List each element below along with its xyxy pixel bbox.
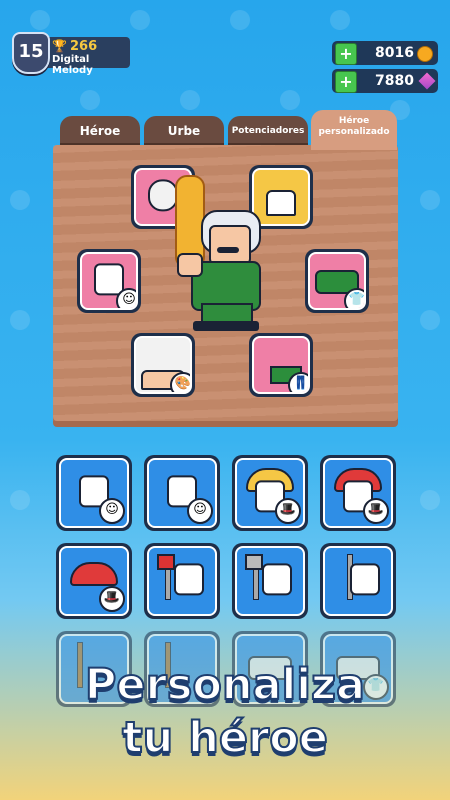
- shirt-icon: 👖: [288, 372, 308, 392]
- trophy-count: 266: [70, 39, 98, 54]
- tab-urbe[interactable]: Urbe: [144, 116, 224, 146]
- trophy-icon: 🏆: [52, 39, 67, 53]
- slot-pants[interactable]: 👖: [249, 333, 313, 397]
- smiley-icon: ☺: [187, 498, 213, 524]
- gem-icon: [418, 72, 436, 90]
- slot-face[interactable]: ☺: [77, 249, 141, 313]
- tab-heroe[interactable]: Héroe: [60, 116, 140, 146]
- hero-face: [209, 225, 251, 265]
- gem-amount: 7880: [375, 73, 414, 89]
- figure-icon: [261, 563, 292, 596]
- headline-line-1: Personaliza: [84, 659, 366, 711]
- gold-counter: + 8016: [332, 41, 438, 65]
- coin-icon: [417, 46, 433, 62]
- gem-counter: + 7880: [332, 69, 438, 93]
- headline-line-2: tu héroe: [121, 712, 329, 764]
- item-axe[interactable]: [144, 543, 220, 619]
- palette-icon: 🎨: [170, 372, 190, 392]
- item-red-beanie[interactable]: 🎩: [56, 543, 132, 619]
- item-sword[interactable]: [320, 543, 396, 619]
- add-gems-button[interactable]: +: [335, 71, 357, 93]
- slot-body[interactable]: 🎨: [131, 333, 195, 397]
- smiley-icon: ☺: [116, 288, 136, 308]
- add-gold-button[interactable]: +: [335, 43, 357, 65]
- slot-outfit[interactable]: 👕: [305, 249, 369, 313]
- axe-icon: [157, 554, 175, 570]
- item-red-cap[interactable]: 🎩: [320, 455, 396, 531]
- beanie-icon: [70, 562, 118, 586]
- hero-mustache: [217, 247, 239, 253]
- smiley-icon: ☺: [99, 498, 125, 524]
- level-badge: 15: [12, 32, 50, 74]
- hero-preview: [165, 175, 265, 335]
- player-info-panel[interactable]: 🏆 266 Digital Melody: [44, 37, 130, 76]
- item-face-2[interactable]: ☺: [144, 455, 220, 531]
- tab-heroe-personalizado[interactable]: Héroe personalizado: [311, 110, 397, 150]
- tab-potenciadores[interactable]: Potenciadores: [228, 116, 308, 146]
- hat-icon: 🎩: [275, 498, 301, 524]
- item-hardhat[interactable]: 🎩: [232, 455, 308, 531]
- hero-boots: [193, 321, 259, 331]
- player-name: Digital Melody: [52, 54, 93, 76]
- shirt-icon: 👕: [344, 288, 364, 308]
- hero-fist: [177, 253, 203, 277]
- hat-icon: 🎩: [99, 586, 125, 612]
- figure-icon: [349, 563, 380, 596]
- item-battleaxe[interactable]: [232, 543, 308, 619]
- battleaxe-icon: [245, 554, 263, 570]
- hat-icon: 🎩: [363, 498, 389, 524]
- figure-icon: [173, 563, 204, 596]
- figure-weapon-icon: [266, 190, 296, 216]
- gold-amount: 8016: [375, 45, 414, 61]
- item-face-1[interactable]: ☺: [56, 455, 132, 531]
